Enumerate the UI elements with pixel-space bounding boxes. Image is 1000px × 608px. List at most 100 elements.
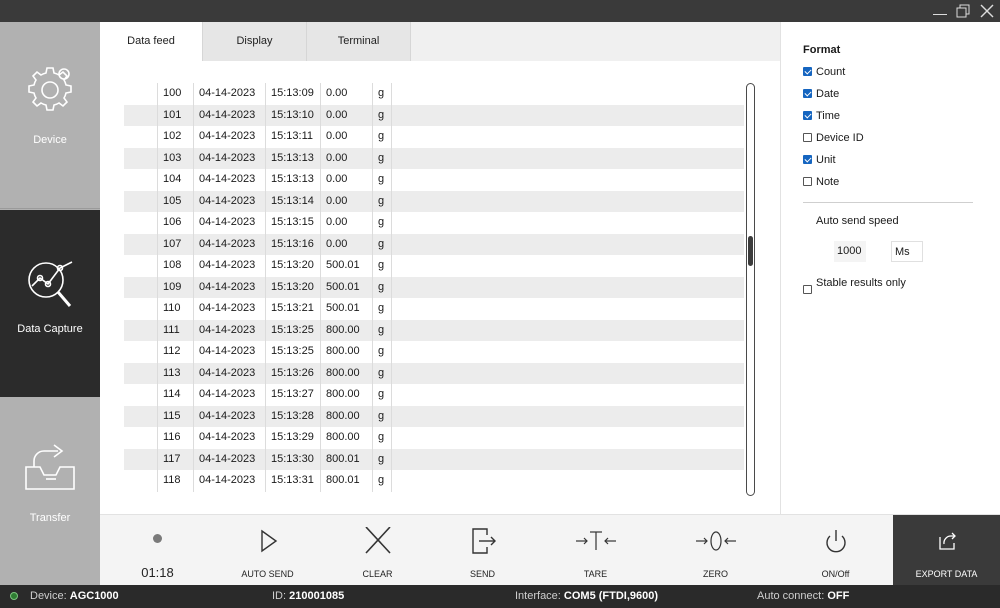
cell-time: 15:13:21 (265, 298, 320, 320)
checkbox[interactable] (803, 111, 812, 120)
send-button[interactable]: SEND (430, 515, 535, 586)
scrollbar-thumb[interactable] (748, 236, 753, 266)
cell-unit: g (372, 405, 392, 427)
record-dot-icon (153, 534, 162, 543)
tab-terminal[interactable]: Terminal (307, 22, 411, 61)
checkbox-label: Note (816, 176, 840, 188)
zero-button[interactable]: ZERO (663, 515, 768, 586)
status-interface: Interface: COM5 (FTDI,9600) (515, 585, 658, 608)
sidebar-item-transfer[interactable]: Transfer (0, 397, 100, 585)
checkbox[interactable] (803, 133, 812, 142)
cell-unit: g (372, 276, 392, 298)
table-row: 106 04-14-2023 15:13:15 0.00 g (124, 212, 744, 234)
cell-unit: g (372, 169, 392, 191)
cell-time: 15:13:15 (265, 212, 320, 234)
cell-count: 109 (157, 276, 193, 298)
cell-time: 15:13:13 (265, 169, 320, 191)
cell-count: 110 (157, 298, 193, 320)
status-auto-connect-value: OFF (827, 590, 850, 602)
cell-date: 04-14-2023 (193, 276, 265, 298)
close-icon[interactable] (975, 0, 999, 22)
table-row: 107 04-14-2023 15:13:16 0.00 g (124, 233, 744, 255)
tab-bar: Data feed Display Terminal (100, 22, 780, 61)
sidebar-item-data-capture[interactable]: Data Capture (0, 210, 100, 397)
status-id-label: ID: (272, 590, 287, 602)
cell-value: 0.00 (320, 83, 372, 105)
cell-value: 0.00 (320, 190, 372, 212)
cell-count: 104 (157, 169, 193, 191)
status-auto-connect-label: Auto connect: (757, 590, 825, 602)
cell-count: 117 (157, 448, 193, 470)
auto-send-speed-input[interactable]: 1000 (834, 241, 866, 262)
send-label: SEND (469, 569, 495, 579)
cell-time: 15:13:30 (265, 448, 320, 470)
clear-button[interactable]: CLEAR (325, 515, 430, 586)
status-device-label: Device: (30, 590, 67, 602)
cell-time: 15:13:29 (265, 427, 320, 449)
chart-magnifier-icon (20, 252, 80, 312)
cell-count: 105 (157, 190, 193, 212)
minimize-icon[interactable] (928, 0, 952, 22)
cell-date: 04-14-2023 (193, 341, 265, 363)
checkbox[interactable] (803, 89, 812, 98)
auto-send-speed-unit[interactable]: Ms (891, 241, 923, 262)
cell-unit: g (372, 255, 392, 277)
cell-count: 108 (157, 255, 193, 277)
cell-time: 15:13:25 (265, 319, 320, 341)
auto-send-label: AUTO SEND (241, 569, 294, 579)
cell-value: 800.01 (320, 448, 372, 470)
auto-send-button[interactable]: AUTO SEND (215, 515, 320, 586)
stable-results-checkbox[interactable] (803, 285, 812, 294)
cell-time: 15:13:14 (265, 190, 320, 212)
cell-value: 0.00 (320, 212, 372, 234)
table-row: 111 04-14-2023 15:13:25 800.00 g (124, 319, 744, 341)
status-auto-connect: Auto connect: OFF (757, 585, 849, 608)
tab-display[interactable]: Display (203, 22, 307, 61)
cell-date: 04-14-2023 (193, 319, 265, 341)
sidebar-item-device[interactable]: Device (0, 22, 100, 209)
cell-unit: g (372, 212, 392, 234)
checkbox[interactable] (803, 155, 812, 164)
send-icon (463, 527, 503, 555)
title-bar (0, 0, 1000, 22)
export-icon (927, 527, 967, 555)
cell-time: 15:13:26 (265, 362, 320, 384)
cell-time: 15:13:25 (265, 341, 320, 363)
gear-icon (20, 60, 80, 120)
checkbox[interactable] (803, 67, 812, 76)
power-button[interactable]: ON/Off (783, 515, 888, 586)
status-interface-label: Interface: (515, 590, 561, 602)
timer-value: 01:18 (141, 565, 174, 580)
restore-icon[interactable] (951, 0, 975, 22)
tab-data-feed[interactable]: Data feed (100, 22, 203, 61)
cell-value: 0.00 (320, 147, 372, 169)
cell-date: 04-14-2023 (193, 104, 265, 126)
tare-button[interactable]: TARE (543, 515, 648, 586)
stable-results-label: Stable results only (816, 277, 906, 289)
cell-value: 0.00 (320, 233, 372, 255)
sidebar-item-label: Transfer (29, 512, 71, 524)
table-row: 112 04-14-2023 15:13:25 800.00 g (124, 341, 744, 363)
export-data-button[interactable]: EXPORT DATA (893, 515, 1000, 586)
sidebar: Device Data Capture Transfer (0, 22, 100, 585)
table-row: 115 04-14-2023 15:13:28 800.00 g (124, 405, 744, 427)
table-row: 118 04-14-2023 15:13:31 800.01 g (124, 470, 744, 492)
cell-count: 106 (157, 212, 193, 234)
table-row: 110 04-14-2023 15:13:21 500.01 g (124, 298, 744, 320)
cell-unit: g (372, 126, 392, 148)
status-interface-value: COM5 (FTDI,9600) (563, 590, 659, 602)
status-id: ID: 210001085 (272, 585, 344, 608)
checkbox[interactable] (803, 177, 812, 186)
cell-count: 118 (157, 470, 193, 492)
cell-count: 103 (157, 147, 193, 169)
cell-value: 800.00 (320, 405, 372, 427)
cell-date: 04-14-2023 (193, 405, 265, 427)
cell-unit: g (372, 233, 392, 255)
cell-time: 15:13:16 (265, 233, 320, 255)
cell-time: 15:13:13 (265, 147, 320, 169)
vertical-scrollbar[interactable] (746, 83, 755, 496)
power-label: ON/Off (821, 569, 850, 579)
cell-date: 04-14-2023 (193, 362, 265, 384)
table-row: 117 04-14-2023 15:13:30 800.01 g (124, 448, 744, 470)
status-device-value: AGC1000 (69, 590, 119, 602)
